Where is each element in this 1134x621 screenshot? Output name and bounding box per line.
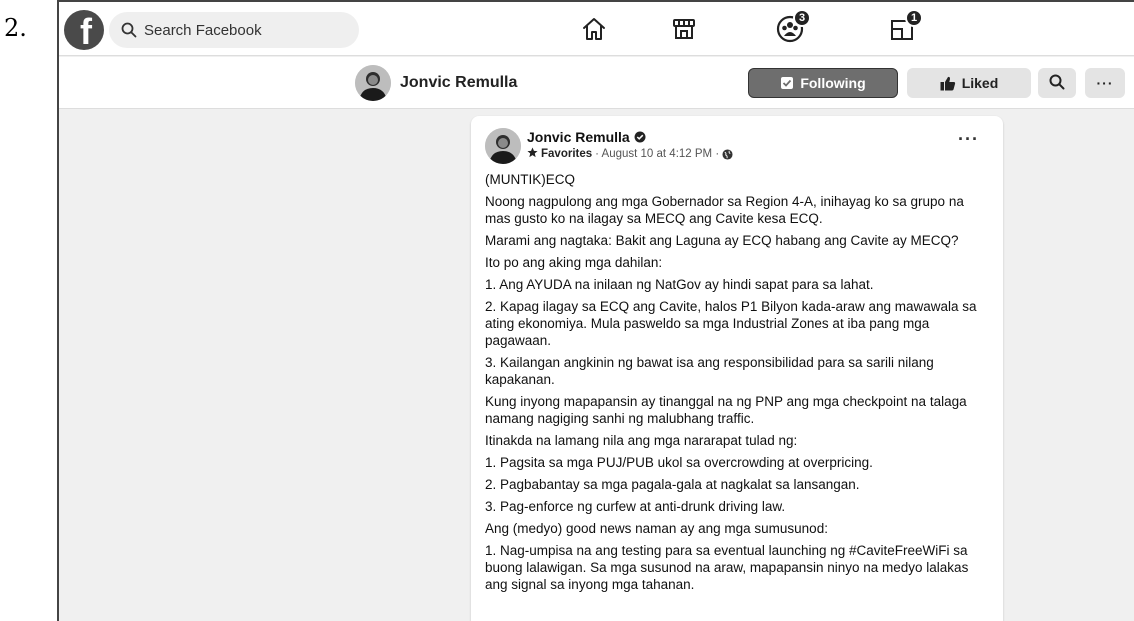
browser-frame: f Search Facebook 3 1 Jonvic Remulla Fol… [57, 0, 1134, 621]
post-paragraph: Noong nagpulong ang mga Gobernador sa Re… [485, 194, 964, 226]
post-paragraph: 3. Pag-enforce ng curfew at anti-drunk d… [485, 499, 786, 514]
gaming-icon[interactable]: 1 [885, 9, 923, 44]
profile-name[interactable]: Jonvic Remulla [400, 74, 517, 92]
post-paragraph: 2. Kapag ilagay sa ECQ ang Cavite, halos… [485, 299, 977, 348]
liked-label: Liked [961, 75, 999, 91]
marketplace-icon[interactable] [667, 14, 701, 44]
post-paragraph: Ito po ang aking mga dahilan: [485, 255, 663, 270]
post-meta: Favorites · August 10 at 4:12 PM · [527, 147, 733, 161]
post-paragraph: 3. Kailangan angkinin ng bawat isa ang r… [485, 355, 934, 387]
item-number: 2. [4, 14, 27, 42]
thumbs-up-icon [940, 76, 956, 91]
post-author-label: Jonvic Remulla [527, 129, 630, 145]
post-more-button[interactable]: ··· [958, 130, 979, 148]
post-author-avatar[interactable] [485, 128, 521, 164]
post-paragraph: Ang (medyo) good news naman ay ang mga s… [485, 521, 828, 536]
following-label: Following [800, 75, 866, 91]
gaming-badge: 1 [905, 9, 923, 27]
following-check-icon [780, 76, 794, 90]
search-icon [121, 22, 137, 38]
post-paragraph: 1. Nag-umpisa na ang testing para sa eve… [485, 543, 969, 592]
post-paragraph: 1. Pagsita sa mga PUJ/PUB ukol sa overcr… [485, 455, 873, 470]
post-author-name[interactable]: Jonvic Remulla [527, 129, 646, 145]
search-input[interactable]: Search Facebook [109, 12, 359, 48]
post-paragraph: Itinakda na lamang nila ang mga nararapa… [485, 433, 798, 448]
home-icon[interactable] [577, 14, 611, 44]
post-timestamp[interactable]: · August 10 at 4:12 PM · [595, 148, 719, 160]
verified-icon [634, 131, 646, 143]
profile-avatar[interactable] [355, 65, 391, 101]
liked-button[interactable]: Liked [907, 68, 1031, 98]
post-body: (MUNTIK)ECQ Noong nagpulong ang mga Gobe… [485, 171, 989, 598]
groups-icon[interactable]: 3 [773, 9, 811, 44]
post-paragraph: 2. Pagbabantay sa mga pagala-gala at nag… [485, 477, 860, 492]
profile-bar: Jonvic Remulla Following Liked ··· [59, 57, 1134, 109]
top-navbar: f Search Facebook 3 1 [59, 2, 1134, 56]
search-placeholder: Search Facebook [144, 21, 262, 39]
profile-search-button[interactable] [1038, 68, 1076, 98]
post-card: Jonvic Remulla Favorites · August 10 at … [471, 116, 1003, 621]
post-paragraph: (MUNTIK)ECQ [485, 172, 575, 187]
groups-badge: 3 [793, 9, 811, 27]
facebook-logo-icon[interactable]: f [64, 10, 104, 50]
star-icon [527, 147, 538, 161]
search-icon [1049, 74, 1065, 93]
globe-icon [722, 148, 733, 160]
post-paragraph: 1. Ang AYUDA na inilaan ng NatGov ay hin… [485, 277, 874, 292]
favorites-label[interactable]: Favorites [541, 148, 592, 160]
post-paragraph: Kung inyong mapapansin ay tinanggal na n… [485, 394, 967, 426]
following-button[interactable]: Following [748, 68, 898, 98]
profile-more-button[interactable]: ··· [1085, 68, 1125, 98]
post-paragraph: Marami ang nagtaka: Bakit ang Laguna ay … [485, 233, 959, 248]
